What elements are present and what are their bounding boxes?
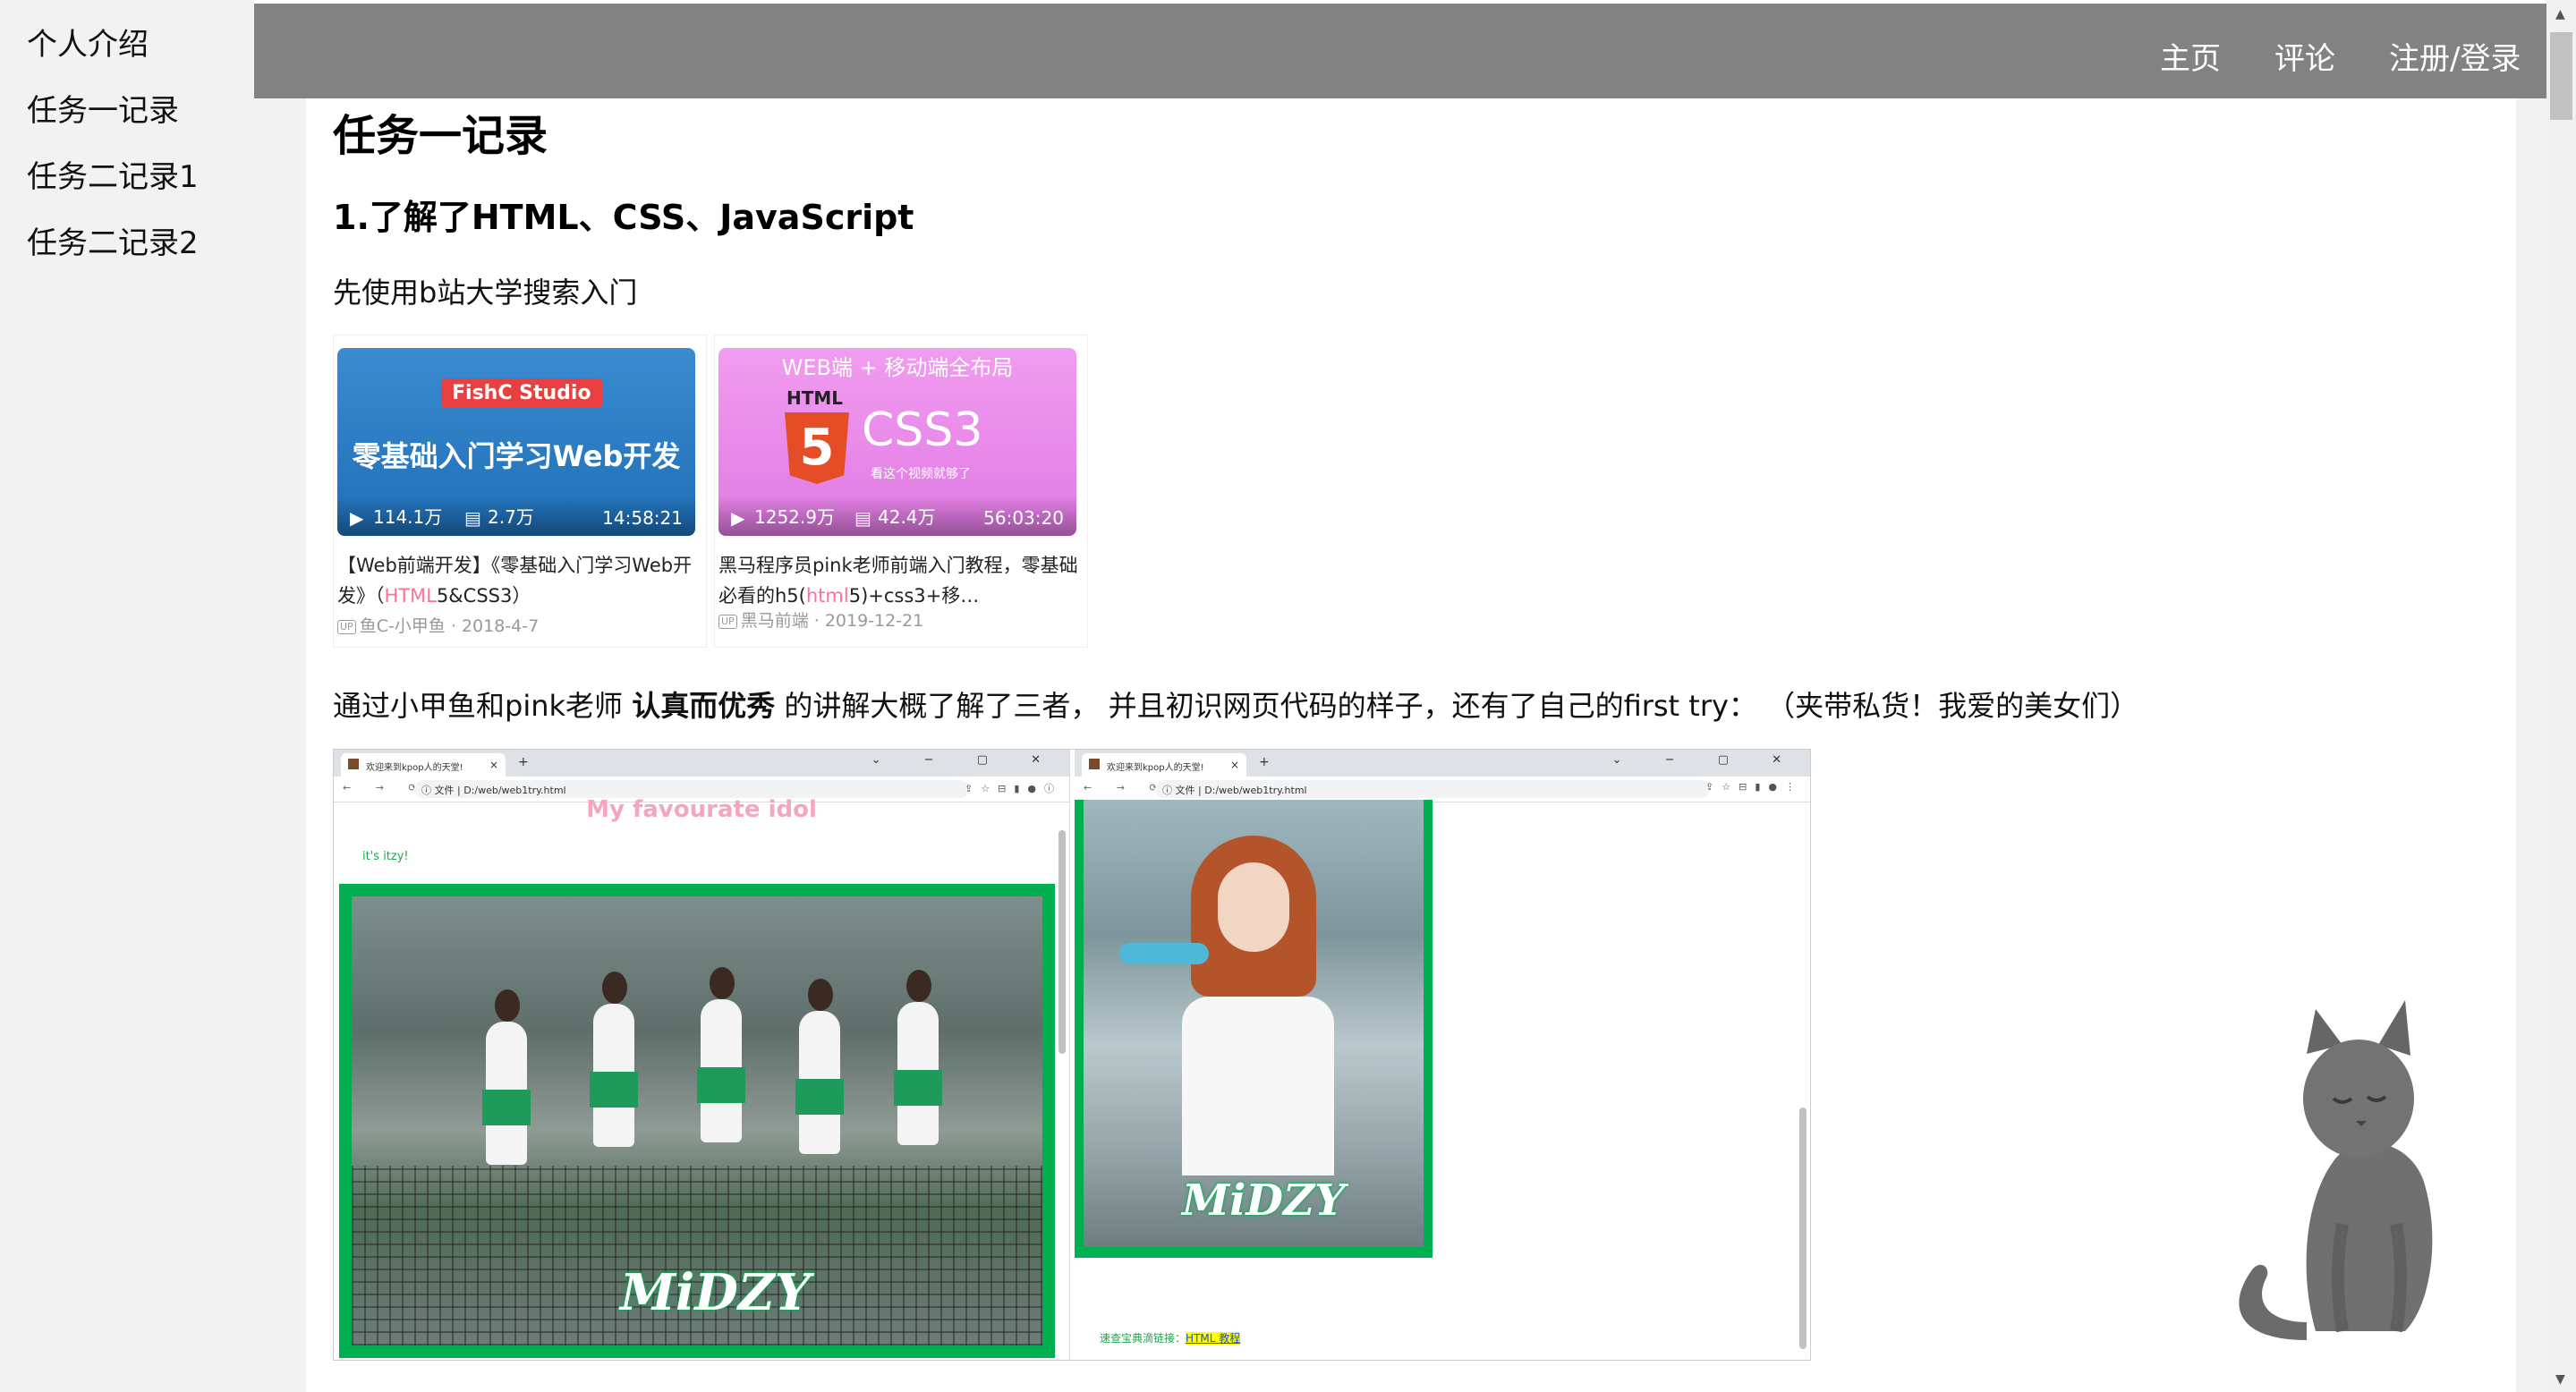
html-tutorial-link[interactable]: HTML 教程 [1186, 1332, 1241, 1345]
thumbnail-meta: ▶ 114.1万 ▤ 2.7万 14:58:21 [337, 497, 695, 536]
sidebar-item-intro[interactable]: 个人介绍 [27, 20, 149, 64]
sidebar: 个人介绍 任务一记录 任务二记录1 任务二记录2 [0, 0, 254, 1392]
css3-label: CSS3 [862, 403, 983, 457]
duration: 14:58:21 [602, 507, 683, 529]
close-icon[interactable]: × [489, 759, 498, 771]
browser-tab[interactable]: 欢迎来到kpop人的天堂! × [1082, 753, 1246, 777]
duration: 56:03:20 [983, 507, 1064, 529]
sidebar-item-task1[interactable]: 任务一记录 [27, 86, 179, 130]
description-text: 通过小甲鱼和pink老师 认真而优秀 的讲解大概了解了三者， 并且初识网页代码的… [333, 689, 2139, 723]
window-controls[interactable]: ⌄ − ▢ ✕ [1612, 753, 1801, 767]
section-title: 1.了解了HTML、CSS、JavaScript [333, 198, 914, 237]
tab-bar: 欢迎来到kpop人的天堂! × + ⌄ − ▢ ✕ [334, 750, 1069, 777]
portrait-face [1218, 862, 1289, 952]
thumbnail-headline: 零基础入门学习Web开发 [352, 439, 681, 473]
view-count: 114.1万 [373, 506, 443, 528]
window-controls[interactable]: ⌄ − ▢ ✕ [871, 753, 1060, 767]
up-icon: UP [337, 619, 356, 634]
video-thumbnail[interactable]: WEB端 + 移动端全布局 HTML 5 CSS3 看这个视频就够了 ▶ 125… [718, 348, 1076, 536]
page-scrollbar[interactable]: ▲ ▼ [2546, 0, 2576, 1392]
reference-link-line: 速查宝典滴链接：HTML 教程 [1100, 1332, 1241, 1345]
first-try-screenshots: 欢迎来到kpop人的天堂! × + ⌄ − ▢ ✕ ← → ⟳ ⓘ 文件 | D… [333, 749, 1811, 1361]
close-icon[interactable]: × [1230, 759, 1239, 771]
midzy-logo: MiDZY [620, 1263, 811, 1322]
browser-window-right: 欢迎来到kpop人的天堂! × + ⌄ − ▢ ✕ ← → ⟳ ⓘ 文件 | D… [1075, 750, 1810, 1360]
thumbnail-banner: WEB端 + 移动端全布局 [781, 355, 1014, 380]
video-uploader[interactable]: UP 鱼C-小甲鱼 · 2018-4-7 [337, 613, 539, 637]
url-text: ⓘ 文件 | D:/web/web1try.html [421, 785, 566, 796]
tab-bar: 欢迎来到kpop人的天堂! × + ⌄ − ▢ ✕ [1075, 750, 1810, 777]
favicon-icon [1089, 759, 1100, 769]
url-field[interactable]: ⓘ 文件 | D:/web/web1try.html [414, 780, 969, 798]
browser-tab[interactable]: 欢迎来到kpop人的天堂! × [341, 753, 506, 777]
url-text: ⓘ 文件 | D:/web/web1try.html [1162, 785, 1307, 796]
scroll-up-icon[interactable]: ▲ [2555, 7, 2565, 21]
tab-label: 欢迎来到kpop人的天堂! [1107, 763, 1204, 773]
nav-register-login[interactable]: 注册/登录 [2389, 34, 2521, 78]
studio-badge: FishC Studio [441, 378, 602, 408]
scrollbar[interactable] [1058, 830, 1066, 1054]
scrollbar-thumb[interactable] [2550, 32, 2572, 120]
scrollbar[interactable] [1799, 1108, 1807, 1349]
idol-heading: My favourate idol [586, 796, 817, 823]
danmaku-icon: ▤ [854, 507, 871, 529]
group-photo: MiDZY [352, 896, 1042, 1345]
video-card-fishc[interactable]: FishC Studio 零基础入门学习Web开发 ▶ 114.1万 ▤ 2.7… [333, 335, 707, 648]
member-figure [894, 970, 942, 1145]
cat-mascot-icon [2239, 1000, 2433, 1340]
danmaku-icon: ▤ [464, 507, 481, 529]
tab-label: 欢迎来到kpop人的天堂! [366, 763, 463, 773]
thumbnail-meta: ▶ 1252.9万 ▤ 42.4万 56:03:20 [718, 497, 1076, 536]
member-figure [482, 989, 531, 1165]
nav-comments[interactable]: 评论 [2274, 34, 2335, 78]
nav-home[interactable]: 主页 [2160, 34, 2221, 78]
play-count-icon: ▶ [731, 507, 745, 529]
top-nav-bar: 主页 评论 注册/登录 [254, 4, 2546, 98]
new-tab-icon[interactable]: + [1259, 755, 1270, 769]
danmaku-count: 2.7万 [488, 506, 534, 528]
member-figure [697, 967, 745, 1142]
sidebar-item-task2-2[interactable]: 任务二记录2 [27, 218, 199, 262]
member-photo: MiDZY [1084, 800, 1424, 1247]
danmaku-count: 42.4万 [878, 506, 936, 528]
play-count-icon: ▶ [350, 507, 364, 529]
page-title: 任务一记录 [333, 111, 548, 161]
racket [1119, 943, 1209, 964]
scroll-down-icon[interactable]: ▼ [2555, 1372, 2565, 1387]
toolbar-icons[interactable]: ⇪☆⊟▮●ⓘ [965, 781, 1062, 795]
member-figure [795, 979, 844, 1154]
browser-window-left: 欢迎来到kpop人的天堂! × + ⌄ − ▢ ✕ ← → ⟳ ⓘ 文件 | D… [334, 750, 1070, 1360]
favicon-icon [348, 759, 359, 769]
address-bar: ← → ⟳ ⓘ 文件 | D:/web/web1try.html ⇪☆⊟▮●⋮ [1075, 777, 1810, 802]
member-figure [590, 972, 638, 1147]
video-card-heima[interactable]: WEB端 + 移动端全布局 HTML 5 CSS3 看这个视频就够了 ▶ 125… [714, 335, 1088, 648]
new-tab-icon[interactable]: + [518, 755, 529, 769]
toolbar-icons[interactable]: ⇪☆⊟▮●⋮ [1705, 781, 1803, 793]
portrait-shirt [1182, 997, 1334, 1176]
intro-text: 先使用b站大学搜索入门 [333, 276, 638, 310]
video-uploader[interactable]: UP 黑马前端 · 2019-12-21 [718, 607, 923, 632]
midzy-logo: MiDZY [1182, 1176, 1346, 1226]
up-icon: UP [718, 614, 737, 629]
view-count: 1252.9万 [754, 506, 835, 528]
video-title[interactable]: 【Web前端开发】《零基础入门学习Web开发》（HTML5&CSS3） [337, 550, 699, 611]
url-field[interactable]: ⓘ 文件 | D:/web/web1try.html [1155, 780, 1710, 798]
video-thumbnail[interactable]: FishC Studio 零基础入门学习Web开发 ▶ 114.1万 ▤ 2.7… [337, 348, 695, 536]
sidebar-item-task2-1[interactable]: 任务二记录1 [27, 152, 199, 196]
itzy-note: it's itzy! [362, 850, 409, 863]
thumbnail-subline: 看这个视频就够了 [871, 467, 971, 481]
html5-shield-icon: 5 [785, 412, 849, 484]
html-label: HTML [786, 387, 844, 409]
video-title[interactable]: 黑马程序员pink老师前端入门教程，零基础必看的h5(html5)+css3+移… [718, 550, 1080, 611]
